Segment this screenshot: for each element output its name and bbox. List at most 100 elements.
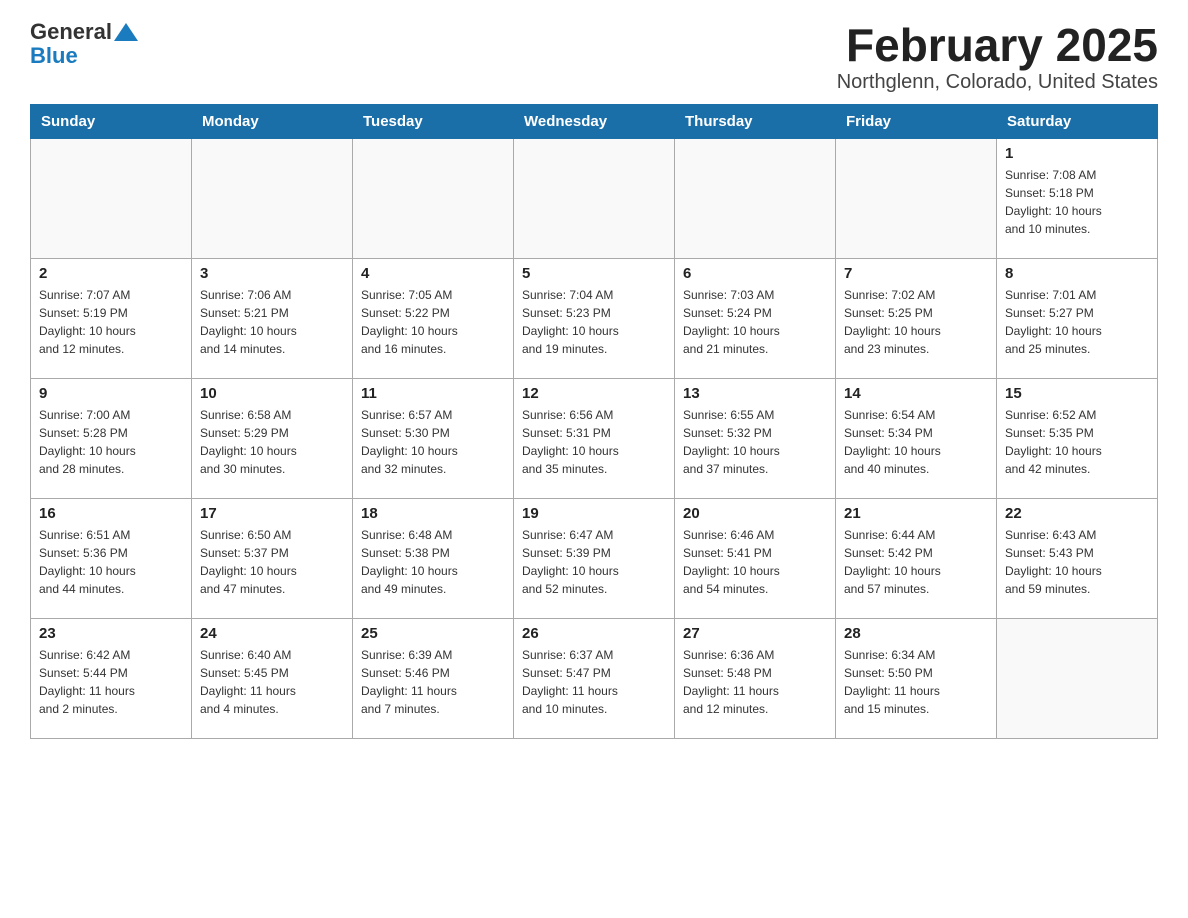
table-row: 24 Sunrise: 6:40 AMSunset: 5:45 PMDayligh… (192, 618, 353, 738)
header-tuesday: Tuesday (353, 104, 514, 138)
logo-triangle-icon (112, 21, 140, 43)
day-info: Sunrise: 6:40 AMSunset: 5:45 PMDaylight:… (200, 646, 344, 718)
day-number: 6 (683, 265, 827, 282)
table-row (353, 138, 514, 258)
day-info: Sunrise: 7:06 AMSunset: 5:21 PMDaylight:… (200, 286, 344, 358)
table-row: 10 Sunrise: 6:58 AMSunset: 5:29 PMDayligh… (192, 378, 353, 498)
day-number: 11 (361, 385, 505, 402)
table-row: 19 Sunrise: 6:47 AMSunset: 5:39 PMDayligh… (514, 498, 675, 618)
day-number: 28 (844, 625, 988, 642)
day-number: 27 (683, 625, 827, 642)
day-info: Sunrise: 7:05 AMSunset: 5:22 PMDaylight:… (361, 286, 505, 358)
calendar-week-row: 16Sunrise: 6:51 AMSunset: 5:36 PMDayligh… (31, 498, 1158, 618)
table-row: 21 Sunrise: 6:44 AMSunset: 5:42 PMDayligh… (836, 498, 997, 618)
logo: General Blue (30, 20, 140, 68)
day-number: 15 (1005, 385, 1149, 402)
day-info: Sunrise: 6:42 AMSunset: 5:44 PMDaylight:… (39, 646, 183, 718)
day-info: Sunrise: 7:01 AMSunset: 5:27 PMDaylight:… (1005, 286, 1149, 358)
table-row: 6 Sunrise: 7:03 AMSunset: 5:24 PMDaylight… (675, 258, 836, 378)
day-info: Sunrise: 7:08 AMSunset: 5:18 PMDaylight:… (1005, 166, 1149, 238)
page-header: General Blue February 2025 Northglenn, C… (30, 20, 1158, 94)
calendar-week-row: 9Sunrise: 7:00 AMSunset: 5:28 PMDaylight… (31, 378, 1158, 498)
day-info: Sunrise: 6:57 AMSunset: 5:30 PMDaylight:… (361, 406, 505, 478)
table-row (675, 138, 836, 258)
table-row: 5Sunrise: 7:04 AMSunset: 5:23 PMDaylight… (514, 258, 675, 378)
header-wednesday: Wednesday (514, 104, 675, 138)
day-info: Sunrise: 7:02 AMSunset: 5:25 PMDaylight:… (844, 286, 988, 358)
calendar-week-row: 23 Sunrise: 6:42 AMSunset: 5:44 PMDayligh… (31, 618, 1158, 738)
header-monday: Monday (192, 104, 353, 138)
table-row: 28 Sunrise: 6:34 AMSunset: 5:50 PMDayligh… (836, 618, 997, 738)
day-info: Sunrise: 6:54 AMSunset: 5:34 PMDaylight:… (844, 406, 988, 478)
day-number: 10 (200, 385, 344, 402)
table-row: 26 Sunrise: 6:37 AMSunset: 5:47 PMDayligh… (514, 618, 675, 738)
day-info: Sunrise: 6:48 AMSunset: 5:38 PMDaylight:… (361, 526, 505, 598)
table-row: 1 Sunrise: 7:08 AMSunset: 5:18 PMDaylight… (997, 138, 1158, 258)
table-row (192, 138, 353, 258)
day-info: Sunrise: 7:03 AMSunset: 5:24 PMDaylight:… (683, 286, 827, 358)
day-number: 24 (200, 625, 344, 642)
table-row: 7 Sunrise: 7:02 AMSunset: 5:25 PMDaylight… (836, 258, 997, 378)
table-row: 23 Sunrise: 6:42 AMSunset: 5:44 PMDayligh… (31, 618, 192, 738)
day-number: 9 (39, 385, 183, 402)
table-row: 2 Sunrise: 7:07 AMSunset: 5:19 PMDaylight… (31, 258, 192, 378)
day-number: 17 (200, 505, 344, 522)
calendar-title-block: February 2025 Northglenn, Colorado, Unit… (837, 20, 1158, 94)
day-number: 7 (844, 265, 988, 282)
day-info: Sunrise: 6:34 AMSunset: 5:50 PMDaylight:… (844, 646, 988, 718)
calendar-table: Sunday Monday Tuesday Wednesday Thursday… (30, 104, 1158, 739)
day-info: Sunrise: 6:58 AMSunset: 5:29 PMDaylight:… (200, 406, 344, 478)
day-number: 19 (522, 505, 666, 522)
table-row: 27Sunrise: 6:36 AMSunset: 5:48 PMDayligh… (675, 618, 836, 738)
table-row: 3 Sunrise: 7:06 AMSunset: 5:21 PMDaylight… (192, 258, 353, 378)
day-number: 20 (683, 505, 827, 522)
day-number: 8 (1005, 265, 1149, 282)
logo-general-text: General (30, 20, 112, 44)
day-info: Sunrise: 6:50 AMSunset: 5:37 PMDaylight:… (200, 526, 344, 598)
table-row: 16Sunrise: 6:51 AMSunset: 5:36 PMDayligh… (31, 498, 192, 618)
day-info: Sunrise: 6:46 AMSunset: 5:41 PMDaylight:… (683, 526, 827, 598)
header-saturday: Saturday (997, 104, 1158, 138)
day-number: 22 (1005, 505, 1149, 522)
table-row: 12Sunrise: 6:56 AMSunset: 5:31 PMDayligh… (514, 378, 675, 498)
day-info: Sunrise: 6:51 AMSunset: 5:36 PMDaylight:… (39, 526, 183, 598)
calendar-week-row: 1 Sunrise: 7:08 AMSunset: 5:18 PMDaylight… (31, 138, 1158, 258)
table-row (31, 138, 192, 258)
day-info: Sunrise: 6:37 AMSunset: 5:47 PMDaylight:… (522, 646, 666, 718)
day-number: 21 (844, 505, 988, 522)
day-number: 2 (39, 265, 183, 282)
day-number: 18 (361, 505, 505, 522)
header-thursday: Thursday (675, 104, 836, 138)
day-number: 3 (200, 265, 344, 282)
day-info: Sunrise: 6:44 AMSunset: 5:42 PMDaylight:… (844, 526, 988, 598)
day-number: 14 (844, 385, 988, 402)
day-info: Sunrise: 6:43 AMSunset: 5:43 PMDaylight:… (1005, 526, 1149, 598)
table-row: 15Sunrise: 6:52 AMSunset: 5:35 PMDayligh… (997, 378, 1158, 498)
table-row: 8 Sunrise: 7:01 AMSunset: 5:27 PMDaylight… (997, 258, 1158, 378)
day-info: Sunrise: 6:55 AMSunset: 5:32 PMDaylight:… (683, 406, 827, 478)
day-info: Sunrise: 7:04 AMSunset: 5:23 PMDaylight:… (522, 286, 666, 358)
table-row: 18 Sunrise: 6:48 AMSunset: 5:38 PMDayligh… (353, 498, 514, 618)
table-row (836, 138, 997, 258)
day-info: Sunrise: 6:56 AMSunset: 5:31 PMDaylight:… (522, 406, 666, 478)
calendar-week-row: 2 Sunrise: 7:07 AMSunset: 5:19 PMDaylight… (31, 258, 1158, 378)
table-row: 9Sunrise: 7:00 AMSunset: 5:28 PMDaylight… (31, 378, 192, 498)
table-row: 20 Sunrise: 6:46 AMSunset: 5:41 PMDayligh… (675, 498, 836, 618)
header-sunday: Sunday (31, 104, 192, 138)
table-row: 22 Sunrise: 6:43 AMSunset: 5:43 PMDayligh… (997, 498, 1158, 618)
day-info: Sunrise: 6:39 AMSunset: 5:46 PMDaylight:… (361, 646, 505, 718)
day-number: 23 (39, 625, 183, 642)
day-number: 26 (522, 625, 666, 642)
table-row: 4 Sunrise: 7:05 AMSunset: 5:22 PMDaylight… (353, 258, 514, 378)
calendar-location: Northglenn, Colorado, United States (837, 71, 1158, 94)
logo-blue-text: Blue (30, 43, 78, 68)
day-number: 1 (1005, 145, 1149, 162)
day-number: 4 (361, 265, 505, 282)
calendar-month-year: February 2025 (837, 20, 1158, 71)
table-row: 17 Sunrise: 6:50 AMSunset: 5:37 PMDayligh… (192, 498, 353, 618)
day-info: Sunrise: 6:47 AMSunset: 5:39 PMDaylight:… (522, 526, 666, 598)
calendar-header-row: Sunday Monday Tuesday Wednesday Thursday… (31, 104, 1158, 138)
day-info: Sunrise: 7:07 AMSunset: 5:19 PMDaylight:… (39, 286, 183, 358)
table-row: 25Sunrise: 6:39 AMSunset: 5:46 PMDayligh… (353, 618, 514, 738)
day-number: 13 (683, 385, 827, 402)
